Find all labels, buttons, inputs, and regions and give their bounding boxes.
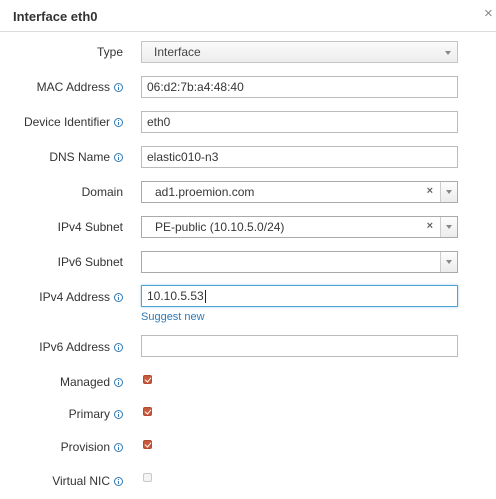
info-icon[interactable]	[114, 342, 123, 352]
primary-label-text: Primary	[68, 407, 110, 421]
mac-address-label: MAC Address	[37, 80, 123, 94]
chevron-down-icon	[445, 51, 451, 55]
domain-dropdown-button[interactable]	[440, 182, 457, 202]
ipv4-subnet-dropdown-button[interactable]	[440, 217, 457, 237]
chevron-down-icon	[446, 260, 452, 264]
ipv4-subnet-label-text: IPv4 Subnet	[57, 220, 123, 234]
primary-label: Primary	[69, 407, 123, 421]
ipv6-subnet-label-text: IPv6 Subnet	[57, 255, 123, 269]
suggest-new-link[interactable]: Suggest new	[141, 311, 205, 323]
ipv6-subnet-label: IPv6 Subnet	[58, 255, 123, 269]
ipv4-address-label-text: IPv4 Address	[39, 290, 110, 304]
dns-name-label-text: DNS Name	[49, 150, 110, 164]
chevron-down-icon	[446, 190, 452, 194]
ipv6-subnet-dropdown-button[interactable]	[440, 252, 457, 272]
virtual-nic-label-text: Virtual NIC	[52, 474, 110, 488]
ipv6-address-label: IPv6 Address	[39, 340, 123, 354]
text-cursor	[204, 290, 206, 304]
ipv6-address-input[interactable]	[141, 335, 458, 357]
dns-name-input[interactable]: elastic010-n3	[141, 146, 458, 168]
provision-label: Provision	[61, 440, 123, 454]
clear-icon[interactable]: ×	[427, 220, 433, 232]
info-icon[interactable]	[114, 409, 123, 419]
ipv6-address-label-text: IPv6 Address	[39, 340, 110, 354]
type-label-text: Type	[96, 45, 123, 59]
info-icon[interactable]	[114, 377, 123, 387]
managed-checkbox[interactable]	[143, 375, 152, 384]
dialog-title: Interface eth0	[13, 9, 98, 24]
provision-label-text: Provision	[60, 440, 110, 454]
type-select[interactable]: Interface	[141, 41, 458, 63]
ipv4-subnet-select-value: PE-public (10.10.5.0/24)	[155, 220, 285, 234]
ipv4-subnet-select[interactable]: PE-public (10.10.5.0/24) ×	[141, 216, 458, 238]
provision-checkbox[interactable]	[143, 440, 152, 449]
dns-name-label: DNS Name	[49, 150, 123, 164]
ipv4-address-label: IPv4 Address	[39, 290, 123, 304]
clear-icon[interactable]: ×	[427, 185, 433, 197]
domain-label: Domain	[82, 185, 123, 199]
ipv6-subnet-select[interactable]	[141, 251, 458, 273]
info-icon[interactable]	[114, 117, 123, 127]
device-identifier-label: Device Identifier	[24, 115, 123, 129]
type-label: Type	[97, 45, 123, 59]
ipv4-address-value: 10.10.5.53	[147, 289, 204, 303]
dialog-header: Interface eth0 ×	[0, 0, 496, 32]
info-icon[interactable]	[114, 152, 123, 162]
ipv4-subnet-label: IPv4 Subnet	[58, 220, 123, 234]
domain-label-text: Domain	[81, 185, 123, 199]
info-icon[interactable]	[114, 292, 123, 302]
virtual-nic-label: Virtual NIC	[52, 474, 123, 488]
managed-label: Managed	[60, 375, 123, 389]
device-identifier-input[interactable]: eth0	[141, 111, 458, 133]
info-icon[interactable]	[114, 476, 123, 486]
chevron-down-icon	[446, 225, 452, 229]
primary-checkbox[interactable]	[143, 407, 152, 416]
info-icon[interactable]	[114, 82, 123, 92]
device-identifier-label-text: Device Identifier	[23, 115, 110, 129]
managed-label-text: Managed	[59, 375, 110, 389]
type-select-value: Interface	[154, 45, 201, 59]
mac-address-input[interactable]: 06:d2:7b:a4:48:40	[141, 76, 458, 98]
info-icon[interactable]	[114, 442, 123, 452]
domain-select-value: ad1.proemion.com	[155, 185, 255, 199]
virtual-nic-checkbox[interactable]	[143, 473, 152, 482]
close-icon[interactable]: ×	[484, 6, 493, 21]
domain-select[interactable]: ad1.proemion.com ×	[141, 181, 458, 203]
mac-address-label-text: MAC Address	[36, 80, 110, 94]
ipv4-address-input[interactable]: 10.10.5.53	[141, 285, 458, 307]
